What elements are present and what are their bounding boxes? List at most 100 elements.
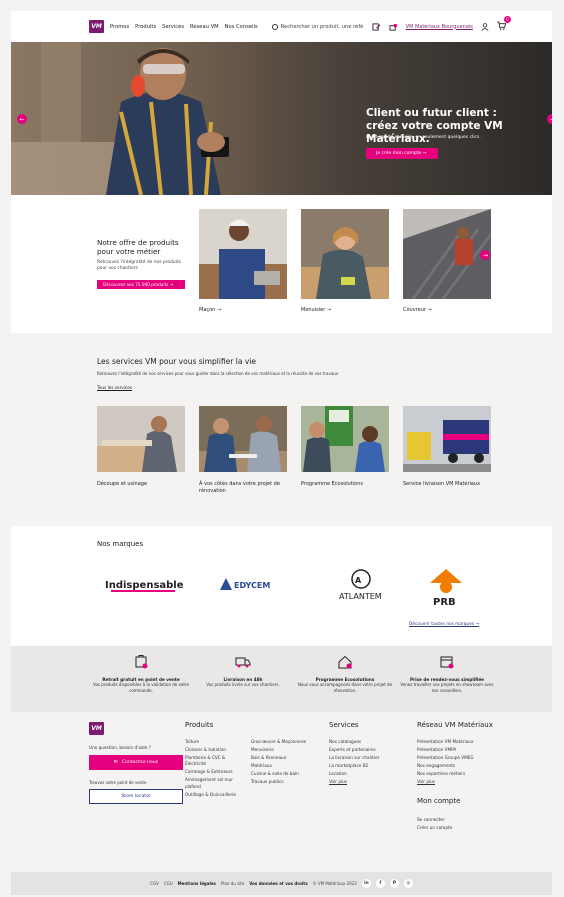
hero-prev-arrow[interactable]: ← [17, 114, 27, 124]
service-card-decoupe[interactable]: Découpe et usinage [97, 406, 185, 488]
nav-promos[interactable]: Promos [110, 24, 129, 30]
footer-link[interactable]: Gros-œuvre & Maçonnerie [251, 739, 313, 745]
couvreur-label: Couvreur → [403, 307, 432, 313]
feature-livraison: Livraison en 48h Vos produits livrés sur… [193, 654, 293, 688]
footer-link[interactable]: La livraison sur chantier [329, 755, 407, 761]
footer-compte-title: Mon compte [417, 797, 461, 806]
footer-link[interactable]: Location [329, 771, 407, 777]
all-services-link[interactable]: Tous les services [97, 385, 132, 390]
linkedin-icon[interactable]: in [361, 879, 371, 888]
brands-title: Nos marques [97, 540, 144, 548]
discover-products-button[interactable]: Découvrez nos 75 000 produits → [97, 280, 185, 289]
footer-link[interactable]: Bois & Panneaux [251, 755, 313, 761]
brand-prb-logo[interactable]: PRB [426, 564, 466, 610]
prb-logo-image: PRB [430, 569, 462, 608]
trade-card-menuisier[interactable]: Menuisier → [301, 209, 389, 313]
instagram-icon[interactable]: ◎ [403, 879, 413, 888]
hero-banner: ← → Client ou futur client : créez votre… [11, 42, 552, 195]
mail-icon: ✉ [113, 760, 118, 765]
brand-edycem-logo[interactable]: EDYCEM [216, 564, 286, 604]
renovation-image [199, 406, 287, 472]
footer-link[interactable]: Toiture [185, 739, 245, 745]
contact-button-label: Contactez-nous [121, 760, 159, 765]
menuisier-label: Menuisier → [301, 307, 332, 313]
feature-ecosolutions: Programme Ecosolutions Nous vous accompa… [295, 654, 395, 693]
footer-produits-list-1: Toiture Cloisons & Isolation Plomberie &… [185, 739, 245, 800]
footer-link[interactable]: Cuisine & salle de bain [251, 771, 313, 777]
cart-count-badge: 0 [503, 16, 511, 23]
legal-link[interactable]: CGV [150, 881, 159, 886]
footer-link[interactable]: Carrelage & Extérieurs [185, 769, 245, 775]
couvreur-arrow-icon[interactable]: → [483, 252, 488, 259]
quick-order-icon[interactable] [372, 22, 381, 31]
footer-link[interactable]: Plomberie & CVC & Électricité [185, 755, 245, 768]
footer-link[interactable]: Présentation VMPA [417, 747, 537, 753]
vm-logo[interactable]: VM [89, 20, 104, 33]
footer-link[interactable]: Présentation VM Matériaux [417, 739, 537, 745]
search-input[interactable]: Rechercher un produit, une réfé [271, 23, 364, 30]
selected-store-link[interactable]: VM Matériaux Bourguenais [406, 24, 473, 30]
account-icon[interactable] [481, 22, 489, 31]
nav-produits[interactable]: Produits [135, 24, 156, 30]
footer-link[interactable]: Outillage & Quincaillerie [185, 792, 245, 798]
footer-produits-list-2: Gros-œuvre & Maçonnerie Menuiserie Bois … [251, 739, 313, 800]
eco-house-icon [338, 655, 352, 669]
contact-button[interactable]: ✉ Contactez-nous [89, 755, 183, 770]
brands-section: Nos marques Indispensables EDYCEM A ATLA… [11, 526, 552, 646]
footer-link[interactable]: Cloisons & Isolation [185, 747, 245, 753]
footer-vm-logo[interactable]: VM [89, 722, 104, 735]
indispensables-wordmark: Indispensables [105, 580, 183, 591]
decoupe-label: Découpe et usinage [97, 481, 148, 487]
trade-card-macon[interactable]: Maçon → [199, 209, 287, 313]
offer-text: Retrouvez l'intégralité de nos produits … [97, 260, 181, 271]
footer-reseau-more-link[interactable]: Voir plus [417, 779, 537, 785]
service-card-renovation[interactable]: À vos côtés dans votre projet de rénovat… [199, 406, 287, 494]
footer-link[interactable]: Matériaux [251, 763, 313, 769]
atlantem-wordmark: ATLANTEM [339, 592, 382, 601]
footer-link[interactable]: Se connecter [417, 817, 537, 823]
footer-link[interactable]: Nos catalogues [329, 739, 407, 745]
livraison-label: Service livraison VM Matériaux [403, 481, 481, 487]
legal-bar: CGV CGU Mentions légales Plan du site Vo… [11, 872, 552, 895]
footer-link[interactable]: Travaux publics [251, 779, 313, 785]
nav-conseils[interactable]: Nos Conseils [225, 24, 258, 30]
legal-link[interactable]: Mentions légales [178, 881, 216, 886]
nav-services[interactable]: Services [162, 24, 184, 30]
service-card-ecosolutions[interactable]: Programme Ecosolutions [301, 406, 389, 488]
legal-link[interactable]: Plan du site [221, 881, 244, 886]
footer-services-title: Services [329, 721, 359, 729]
legal-link[interactable]: Vos données et vos droits [249, 881, 307, 886]
store-icon[interactable] [389, 23, 398, 31]
macon-label: Maçon → [199, 307, 222, 313]
hero-title: Client ou futur client : créez votre com… [366, 107, 503, 145]
search-icon [271, 23, 278, 30]
hero-next-arrow[interactable]: → [547, 114, 552, 124]
facebook-icon[interactable]: f [375, 879, 385, 888]
footer-link[interactable]: Menuiserie [251, 747, 313, 753]
footer-services-more-link[interactable]: Voir plus [329, 779, 407, 785]
footer-reseau-title: Réseau VM Matériaux [417, 721, 493, 729]
footer-link[interactable]: Créer un compte [417, 825, 537, 831]
cart-button[interactable]: 0 [497, 16, 511, 32]
nav-reseau[interactable]: Réseau VM [190, 24, 219, 30]
footer-link[interactable]: La marketplace B2 [329, 763, 407, 769]
footer-link[interactable]: Nos engagements [417, 763, 537, 769]
footer-link[interactable]: Experts et partenaires [329, 747, 407, 753]
brand-indispensables-logo[interactable]: Indispensables [103, 564, 183, 604]
all-brands-link[interactable]: Découvrir toutes nos marques → [409, 622, 479, 627]
atlantem-logo-image: A ATLANTEM [339, 569, 382, 601]
store-locator-button[interactable]: Store locator [89, 789, 183, 804]
trade-card-couvreur[interactable]: → Couvreur → [403, 209, 493, 313]
footer-link[interactable]: Nos expertises métiers [417, 771, 537, 777]
footer-link[interactable]: Aménagement sol mur plafond [185, 777, 245, 790]
renovation-label: À vos côtés dans votre projet de rénovat… [199, 481, 280, 494]
pinterest-icon[interactable]: P [389, 879, 399, 888]
legal-link[interactable]: CGU [164, 881, 173, 886]
services-title: Les services VM pour vous simplifier la … [97, 357, 256, 366]
brand-atlantem-logo[interactable]: A ATLANTEM [326, 564, 396, 610]
create-account-button[interactable]: Je crée mon compte → [366, 148, 438, 159]
footer-produits-title: Produits [185, 721, 214, 729]
service-card-livraison[interactable]: Service livraison VM Matériaux [403, 406, 491, 488]
livraison-image [403, 406, 491, 472]
footer-link[interactable]: Présentation Groupe VMEG [417, 755, 537, 761]
